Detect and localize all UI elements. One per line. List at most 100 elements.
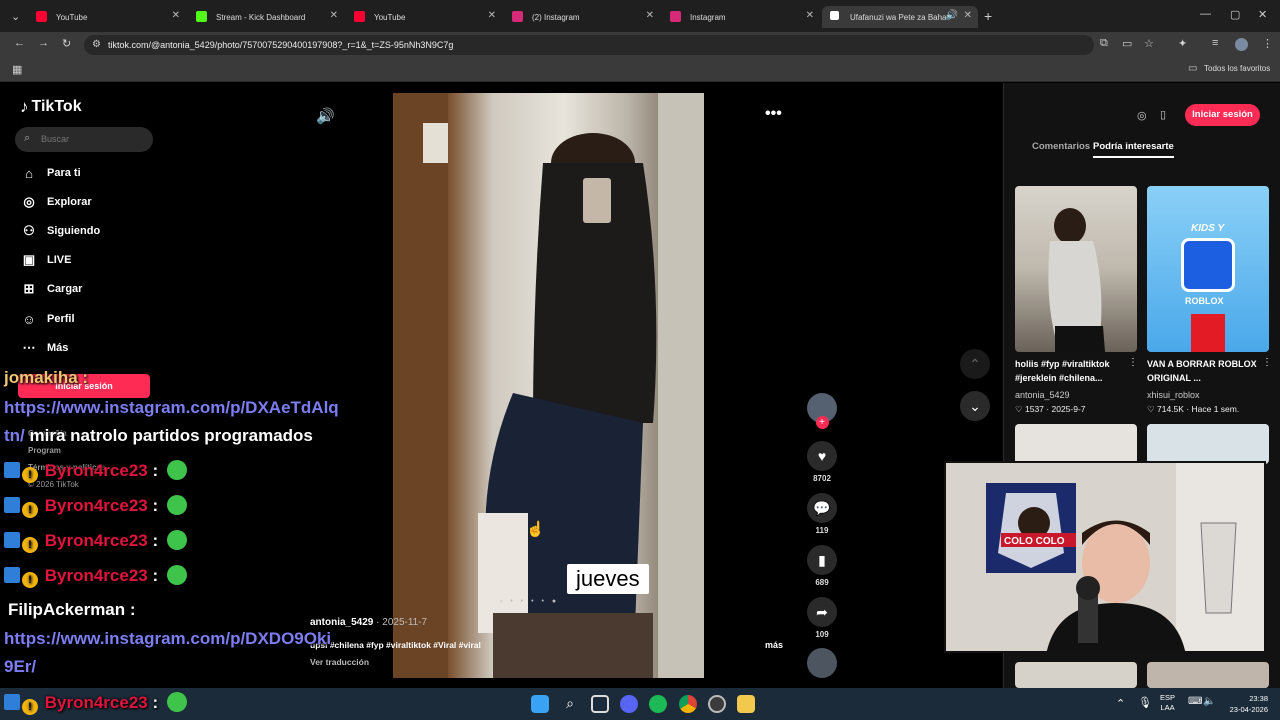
music-disc[interactable] <box>807 648 837 678</box>
close-tab-icon[interactable]: ✕ <box>806 10 814 21</box>
translate-link[interactable]: Ver traducción <box>310 657 369 667</box>
tab-kick-dashboard[interactable]: Stream - Kick Dashboard ✕ <box>188 6 344 28</box>
tab-suggested[interactable]: Podría interesarte <box>1093 141 1174 158</box>
mute-tab-icon[interactable]: 🔊 <box>946 10 958 21</box>
search-box[interactable]: ⌕ <box>15 127 153 152</box>
comment-button[interactable]: 💬 119 <box>807 493 837 535</box>
warning-badge-icon: ! <box>22 502 38 518</box>
save-button[interactable]: ▮ 689 <box>807 545 837 587</box>
tab-title: Ufafanuzi wa Pete za Bahati <box>850 12 950 22</box>
phone-icon[interactable]: ▯ <box>1160 108 1166 121</box>
back-icon[interactable]: ← <box>14 37 25 49</box>
chat-message-text: tn/ mira natrolo partidos programados <box>4 426 313 446</box>
bookmark-star-icon[interactable]: ☆ <box>1144 37 1154 50</box>
tiktok-logo[interactable]: ♪ TikTok <box>20 97 82 117</box>
nav-label: Perfil <box>47 313 75 325</box>
creator-avatar[interactable]: + <box>807 393 837 429</box>
reload-icon[interactable]: ↻ <box>62 37 71 50</box>
share-button[interactable]: ➦ 109 <box>807 597 837 639</box>
volume-icon[interactable]: 🔊 <box>316 107 335 125</box>
chrome-alt-icon[interactable] <box>708 695 726 713</box>
close-tab-icon[interactable]: ✕ <box>488 10 496 21</box>
translate-icon[interactable]: ⧉ <box>1100 37 1108 50</box>
profile-icon: ☺ <box>22 311 36 327</box>
address-bar[interactable]: ⚙ tiktok.com/@antonia_5429/photo/7570075… <box>84 35 1094 55</box>
nav-mas[interactable]: ⋯ Más <box>20 337 69 359</box>
suggested-thumb-1[interactable] <box>1015 186 1137 352</box>
discord-icon[interactable] <box>620 695 638 713</box>
new-tab-icon[interactable]: + <box>984 8 992 24</box>
nav-label: Más <box>47 342 69 354</box>
minimize-window-icon[interactable]: — <box>1200 8 1211 20</box>
maximize-window-icon[interactable]: ▢ <box>1230 8 1240 21</box>
close-tab-icon[interactable]: ✕ <box>172 10 180 21</box>
suggested-thumb-6[interactable] <box>1147 662 1269 688</box>
network-icon[interactable]: ⌨ <box>1188 696 1202 707</box>
prev-post-button[interactable]: ⌃ <box>960 349 990 379</box>
cast-icon[interactable]: ▭ <box>1122 37 1132 50</box>
card1-more-icon[interactable]: ⋮ <box>1128 357 1138 368</box>
chrome-icon[interactable] <box>679 695 697 713</box>
language-indicator[interactable]: ESP LAA <box>1160 693 1175 713</box>
like-button[interactable]: ♥ 8702 <box>807 441 837 483</box>
next-post-button[interactable]: ⌄ <box>960 391 990 421</box>
forward-icon[interactable]: → <box>38 37 49 49</box>
microphone-icon[interactable]: 🎙 <box>1138 696 1152 709</box>
nav-siguiendo[interactable]: ⚇ Siguiendo <box>20 220 100 242</box>
card2-more-icon[interactable]: ⋮ <box>1262 357 1272 368</box>
compass-outline-icon[interactable]: ◎ <box>1137 109 1147 122</box>
more-options-icon[interactable]: ••• <box>765 105 782 123</box>
reading-list-icon[interactable]: ≡ <box>1212 37 1218 49</box>
site-info-icon[interactable]: ⚙ <box>92 35 101 55</box>
close-tab-icon[interactable]: ✕ <box>646 10 654 21</box>
nav-live[interactable]: ▣ LIVE <box>20 249 72 271</box>
tab-instagram-2[interactable]: Instagram ✕ <box>662 6 820 28</box>
chat-username: Byron4rce23 <box>44 693 148 712</box>
nav-para-ti[interactable]: ⌂ Para ti <box>20 162 81 184</box>
follow-plus-icon[interactable]: + <box>815 416 829 429</box>
close-tab-icon[interactable]: ✕ <box>330 10 338 21</box>
close-window-icon[interactable]: ✕ <box>1258 8 1267 21</box>
nav-explorar[interactable]: ◎ Explorar <box>20 191 91 213</box>
tab-search-icon[interactable]: ⌄ <box>11 10 20 23</box>
suggested-thumb-4[interactable] <box>1147 424 1269 464</box>
live-tv-icon: ▣ <box>22 252 36 267</box>
task-view-icon[interactable] <box>591 695 609 713</box>
see-more-link[interactable]: más <box>765 640 783 650</box>
tray-chevron-icon[interactable]: ⌃ <box>1116 697 1125 710</box>
tab-comments[interactable]: Comentarios <box>1032 141 1090 152</box>
tab-tiktok-active[interactable]: Ufafanuzi wa Pete za Bahati 🔊 ✕ <box>822 6 978 28</box>
footer-program[interactable]: Program <box>28 446 61 455</box>
card2-author[interactable]: xhisui_roblox <box>1147 390 1200 400</box>
windows-start-icon[interactable] <box>531 695 549 713</box>
apps-grid-icon[interactable]: ▦ <box>12 63 22 76</box>
post-author[interactable]: antonia_5429 · 2025-11-7 <box>310 617 427 628</box>
speaker-icon[interactable]: 🔈 <box>1203 696 1215 707</box>
search-taskbar-icon[interactable]: ⌕ <box>561 695 579 713</box>
extensions-icon[interactable]: ✦ <box>1178 37 1187 50</box>
card2-description[interactable]: VAN A BORRAR ROBLOX ORIGINAL ... <box>1147 357 1265 385</box>
carousel-dots[interactable]: ‹ • • • • ● <box>500 598 559 605</box>
suggested-thumb-3[interactable] <box>1015 424 1137 464</box>
menu-kebab-icon[interactable]: ⋮ <box>1262 37 1273 50</box>
nav-cargar[interactable]: ⊞ Cargar <box>20 278 83 300</box>
clock[interactable]: 23:38 23-04-2026 <box>1226 693 1268 715</box>
tab-youtube-2[interactable]: YouTube ✕ <box>346 6 502 28</box>
file-explorer-icon[interactable] <box>737 695 755 713</box>
tab-instagram-1[interactable]: (2) Instagram ✕ <box>504 6 660 28</box>
suggested-thumb-2[interactable]: KIDS Y ROBLOX <box>1147 186 1269 352</box>
author-name[interactable]: antonia_5429 <box>310 617 373 628</box>
all-bookmarks-link[interactable]: Todos los favoritos <box>1204 64 1270 73</box>
chat-message-byron-1: ! Byron4rce23 : <box>4 460 187 483</box>
tab-youtube-1[interactable]: YouTube ✕ <box>28 6 186 28</box>
card1-description[interactable]: holiis #fyp #viraltiktok #jereklein #chi… <box>1015 357 1133 385</box>
close-tab-icon[interactable]: ✕ <box>964 10 972 21</box>
search-input[interactable] <box>41 131 141 147</box>
nav-perfil[interactable]: ☺ Perfil <box>20 308 75 330</box>
panel-login-button[interactable]: Iniciar sesión <box>1185 104 1260 126</box>
post-photo[interactable] <box>393 93 704 678</box>
suggested-thumb-5[interactable] <box>1015 662 1137 688</box>
spotify-icon[interactable] <box>649 695 667 713</box>
profile-avatar[interactable] <box>1235 38 1248 51</box>
card1-author[interactable]: antonia_5429 <box>1015 390 1070 400</box>
